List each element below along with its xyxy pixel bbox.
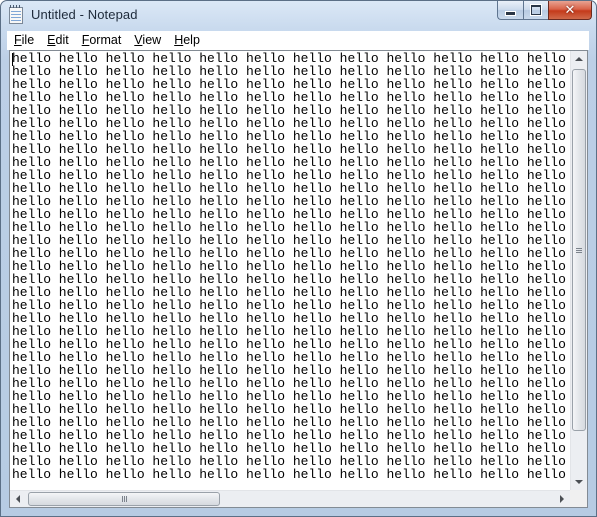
close-icon: ✕ <box>564 2 576 18</box>
menu-help-mnemonic: H <box>174 33 184 47</box>
menu-format-label: ormat <box>89 33 122 47</box>
menu-format[interactable]: Format <box>75 31 128 50</box>
minimize-button[interactable] <box>497 1 523 20</box>
menu-help[interactable]: Help <box>167 31 206 50</box>
editor-text: hello hello hello hello hello hello hell… <box>12 51 566 482</box>
maximize-icon <box>531 5 541 15</box>
arrow-left-icon <box>16 495 20 503</box>
horizontal-scroll-thumb[interactable] <box>28 492 220 506</box>
menu-file[interactable]: File <box>7 31 40 50</box>
text-caret <box>12 53 13 66</box>
vertical-scroll-thumb[interactable] <box>572 69 586 431</box>
notepad-window: Untitled - Notepad ✕ File Edit Format Vi… <box>0 0 597 517</box>
title-bar[interactable]: Untitled - Notepad ✕ <box>1 1 596 31</box>
close-button[interactable]: ✕ <box>548 1 592 20</box>
text-editor[interactable]: hello hello hello hello hello hello hell… <box>10 51 570 490</box>
vertical-scrollbar[interactable] <box>570 51 587 490</box>
scroll-left-button[interactable] <box>10 491 26 507</box>
menu-file-mnemonic: F <box>14 33 22 47</box>
grip-icon <box>121 496 127 502</box>
menu-edit[interactable]: Edit <box>40 31 75 50</box>
arrow-right-icon <box>560 495 564 503</box>
maximize-button[interactable] <box>523 1 548 20</box>
scroll-down-button[interactable] <box>571 474 587 490</box>
arrow-down-icon <box>575 480 583 484</box>
menu-file-label: ile <box>21 33 35 47</box>
caption-buttons: ✕ <box>497 1 592 21</box>
menu-help-label: elp <box>183 33 200 47</box>
arrow-up-icon <box>575 57 583 61</box>
menu-edit-label: dit <box>55 33 69 47</box>
scrollbar-corner <box>570 490 587 507</box>
scroll-right-button[interactable] <box>554 491 570 507</box>
menu-edit-mnemonic: E <box>47 33 56 47</box>
menu-view[interactable]: View <box>127 31 167 50</box>
scroll-up-button[interactable] <box>571 51 587 67</box>
minimize-icon <box>505 10 516 16</box>
notepad-icon[interactable] <box>9 5 23 24</box>
horizontal-scrollbar[interactable] <box>10 490 570 507</box>
window-title: Untitled - Notepad <box>31 7 138 22</box>
menu-bar: File Edit Format View Help <box>7 31 589 50</box>
menu-view-label: iew <box>142 33 162 47</box>
editor-frame: hello hello hello hello hello hello hell… <box>9 50 588 508</box>
grip-icon <box>576 247 582 253</box>
